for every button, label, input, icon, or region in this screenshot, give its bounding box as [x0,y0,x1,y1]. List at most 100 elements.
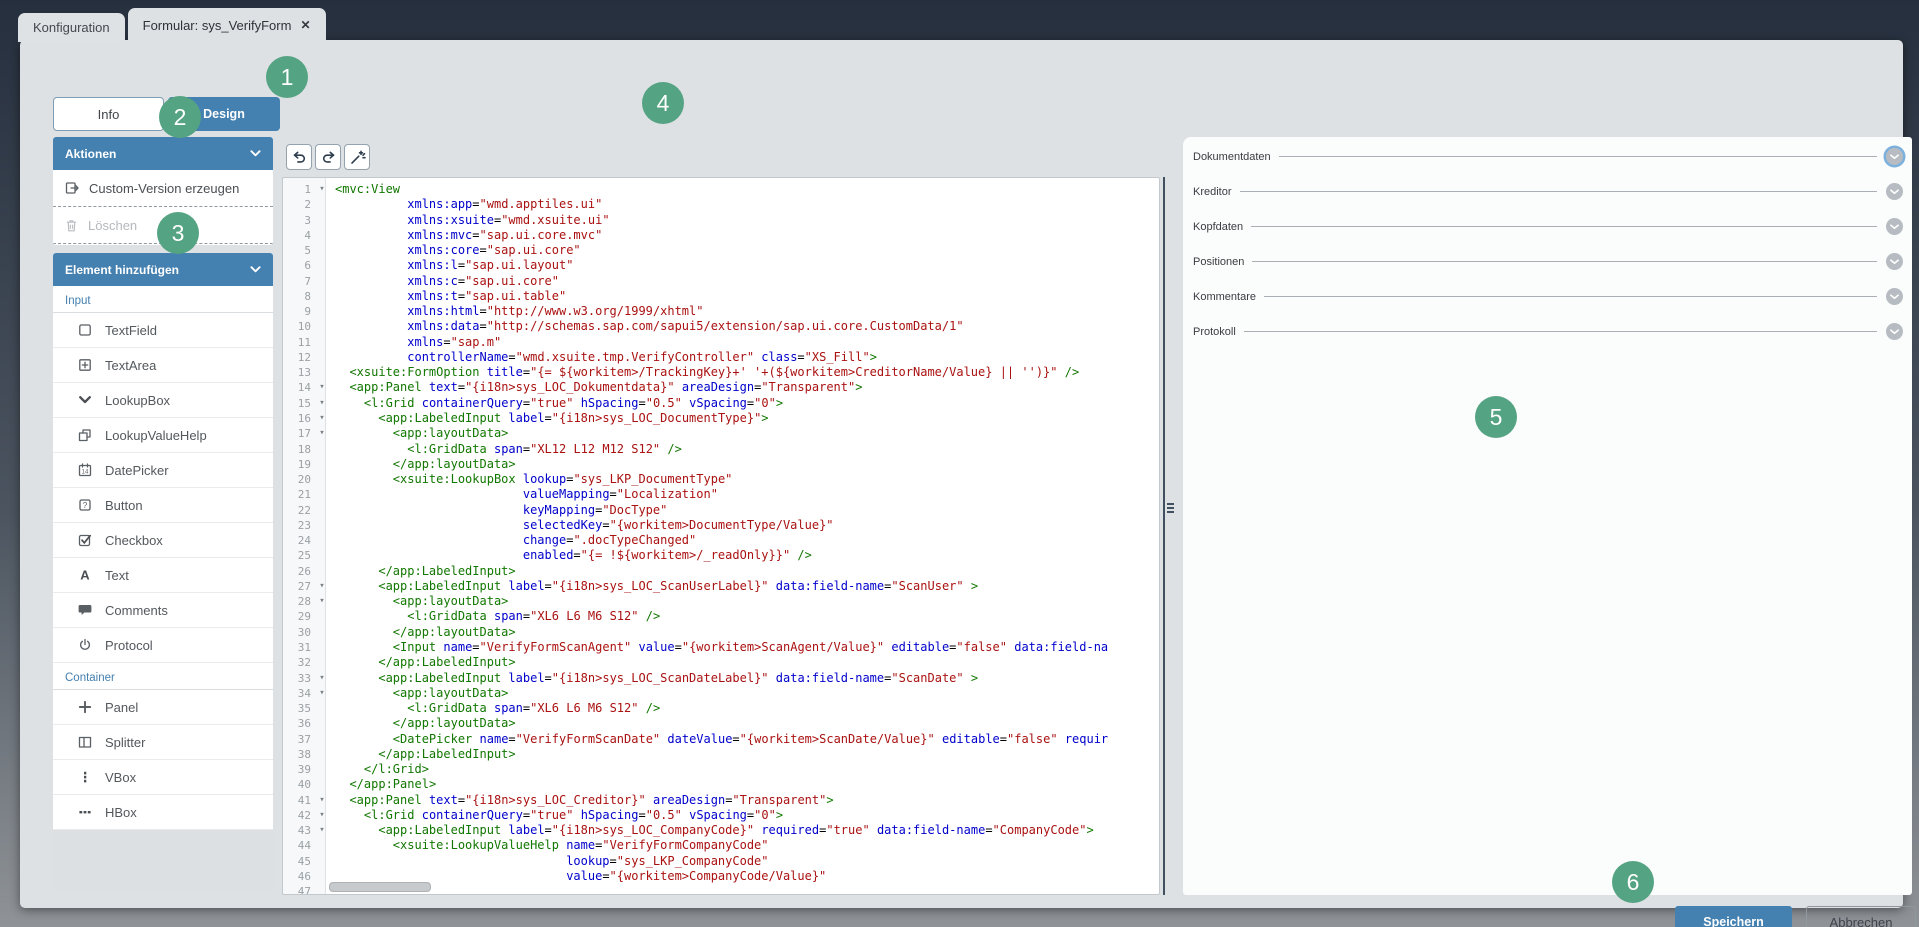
element-item-lookupvaluehelp[interactable]: LookupValueHelp [53,418,273,453]
annotation-badge-6: 6 [1612,861,1654,903]
fold-arrow-icon[interactable]: ▾ [315,426,329,441]
element-item-checkbox[interactable]: Checkbox [53,523,273,558]
textarea-icon [76,357,94,373]
element-item-splitter[interactable]: Splitter [53,725,273,760]
element-item-textfield[interactable]: TextField [53,313,273,348]
tab-formular-sys-verifyform[interactable]: Formular: sys_VerifyForm✕ [128,8,326,42]
fold-gutter [315,564,329,579]
code-text: xmlns:xsuite="wmd.xsuite.ui" [329,213,1159,228]
line-number: 4 [283,228,315,243]
element-item-lookupbox[interactable]: LookupBox [53,383,273,418]
fold-arrow-icon[interactable]: ▾ [315,182,329,197]
code-line: 40 </app:Panel> [283,777,1159,792]
add-element-panel-header[interactable]: Element hinzufügen [53,253,273,286]
line-number: 45 [283,854,315,869]
code-text: xmlns:html="http://www.w3.org/1999/xhtml… [329,304,1159,319]
section-expand-button-protokoll[interactable] [1886,323,1903,340]
save-button[interactable]: Speichern [1675,906,1792,927]
element-item-datepicker[interactable]: 14DatePicker [53,453,273,488]
horizontal-scrollbar[interactable] [329,882,431,892]
undo-button[interactable] [286,144,312,170]
section-divider [1240,191,1877,192]
element-item-label: LookupValueHelp [105,428,207,443]
fold-gutter [315,365,329,380]
line-number: 38 [283,747,315,762]
code-editor[interactable]: 1▾<mvc:View2 xmlns:app="wmd.apptiles.ui"… [282,177,1160,895]
element-item-comments[interactable]: Comments [53,593,273,628]
code-text: enabled="{= !${workitem>/_readOnly}}" /> [329,548,1159,563]
element-item-text[interactable]: AText [53,558,273,593]
format-button[interactable] [344,144,370,170]
element-item-vbox[interactable]: VBox [53,760,273,795]
fold-gutter [315,487,329,502]
code-text: <app:LabeledInput label="{i18n>sys_LOC_C… [329,823,1159,838]
fold-arrow-icon[interactable]: ▾ [315,808,329,823]
annotation-badge-5: 5 [1475,396,1517,438]
fold-gutter [315,854,329,869]
fold-arrow-icon[interactable]: ▾ [315,396,329,411]
code-line: 37 <DatePicker name="VerifyFormScanDate"… [283,732,1159,747]
code-text: <app:layoutData> [329,426,1159,441]
fold-arrow-icon[interactable]: ▾ [315,594,329,609]
line-number: 40 [283,777,315,792]
annotation-badge-3: 3 [157,212,199,254]
line-number: 28 [283,594,315,609]
redo-button[interactable] [315,144,341,170]
fold-arrow-icon[interactable]: ▾ [315,686,329,701]
tab-label: Konfiguration [33,20,110,35]
fold-arrow-icon[interactable]: ▾ [315,671,329,686]
tab-konfiguration[interactable]: Konfiguration [18,13,125,42]
code-line: 22 keyMapping="DocType" [283,503,1159,518]
element-item-panel[interactable]: Panel [53,690,273,725]
fold-arrow-icon[interactable]: ▾ [315,411,329,426]
code-line: 31 <Input name="VerifyFormScanAgent" val… [283,640,1159,655]
line-number: 13 [283,365,315,380]
section-expand-button-positionen[interactable] [1886,253,1903,270]
code-line: 33▾ <app:LabeledInput label="{i18n>sys_L… [283,671,1159,686]
code-line: 27▾ <app:LabeledInput label="{i18n>sys_L… [283,579,1159,594]
info-tab-button[interactable]: Info [53,97,164,131]
code-text: <app:LabeledInput label="{i18n>sys_LOC_D… [329,411,1159,426]
fold-gutter [315,869,329,884]
action-label: Custom-Version erzeugen [89,181,239,196]
line-number: 10 [283,319,315,334]
section-divider [1252,261,1877,262]
splitter-bar[interactable] [1163,177,1165,895]
code-text: <Input name="VerifyFormScanAgent" value=… [329,640,1159,655]
element-item-hbox[interactable]: HBox [53,795,273,830]
line-number: 22 [283,503,315,518]
line-number: 31 [283,640,315,655]
section-expand-button-dokumentdaten[interactable] [1886,148,1903,165]
section-expand-button-kreditor[interactable] [1886,183,1903,200]
fold-arrow-icon[interactable]: ▾ [315,380,329,395]
code-text: <l:GridData span="XL12 L12 M12 S12" /> [329,442,1159,457]
cancel-button[interactable]: Abbrechen [1806,906,1916,927]
chevron-down-icon [250,150,261,157]
element-item-textarea[interactable]: TextArea [53,348,273,383]
fold-arrow-icon[interactable]: ▾ [315,823,329,838]
fold-gutter [315,457,329,472]
fold-arrow-icon[interactable]: ▾ [315,579,329,594]
element-item-protocol[interactable]: Protocol [53,628,273,663]
code-line: 13 <xsuite:FormOption title="{= ${workit… [283,365,1159,380]
code-text: </app:LabeledInput> [329,564,1159,579]
element-item-label: Panel [105,700,138,715]
element-item-button[interactable]: ?Button [53,488,273,523]
code-line: 39 </l:Grid> [283,762,1159,777]
line-number: 25 [283,548,315,563]
code-text: xmlns:mvc="sap.ui.core.mvc" [329,228,1159,243]
actions-panel-header[interactable]: Aktionen [53,137,273,170]
tab-close-icon[interactable]: ✕ [300,18,310,32]
line-number: 23 [283,518,315,533]
splitter-grip-icon[interactable] [1167,503,1174,513]
element-item-label: VBox [105,770,136,785]
section-row-kommentare: Kommentare [1183,279,1912,314]
code-text: <app:layoutData> [329,594,1159,609]
line-number: 19 [283,457,315,472]
fold-gutter [315,747,329,762]
datepicker-icon: 14 [76,462,94,478]
section-expand-button-kommentare[interactable] [1886,288,1903,305]
section-expand-button-kopfdaten[interactable] [1886,218,1903,235]
fold-arrow-icon[interactable]: ▾ [315,793,329,808]
action-custom-version-erzeugen[interactable]: Custom-Version erzeugen [53,170,273,207]
